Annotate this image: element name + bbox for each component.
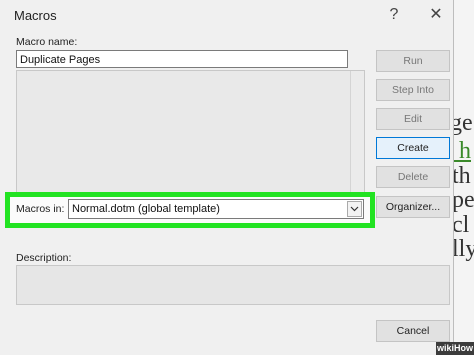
- dialog-title: Macros: [14, 8, 57, 23]
- doc-text-fragment: lly: [453, 236, 474, 262]
- dialog-titlebar: Macros ? ✕: [0, 0, 453, 30]
- macros-dialog: Macros ? ✕ Macro name: Duplicate Pages R…: [0, 0, 454, 355]
- edit-button[interactable]: Edit: [376, 108, 450, 130]
- macros-in-label: Macros in:: [16, 203, 65, 215]
- doc-text-fragment: ge: [453, 110, 473, 136]
- wikihow-watermark: wikiHow: [436, 342, 474, 355]
- help-button[interactable]: ?: [381, 4, 407, 26]
- chevron-down-icon[interactable]: [347, 201, 362, 217]
- doc-text-fragment: pe: [453, 187, 474, 213]
- delete-button[interactable]: Delete: [376, 166, 450, 188]
- doc-text-fragment: th: [453, 163, 471, 189]
- create-button[interactable]: Create: [376, 137, 450, 159]
- background-document: ge y h th pe cl lly: [453, 0, 474, 355]
- description-label: Description:: [16, 252, 72, 264]
- doc-text-fragment: cl: [453, 212, 470, 238]
- macro-list-scrollbar[interactable]: [350, 71, 364, 203]
- step-into-button[interactable]: Step Into: [376, 79, 450, 101]
- doc-link-fragment: y h: [453, 138, 471, 164]
- macro-list[interactable]: [16, 70, 365, 204]
- close-button[interactable]: ✕: [423, 4, 449, 26]
- macros-in-selected-value: Normal.dotm (global template): [72, 203, 220, 215]
- organizer-button[interactable]: Organizer...: [376, 196, 450, 218]
- macros-in-select[interactable]: Normal.dotm (global template): [68, 199, 364, 219]
- description-box: [16, 265, 450, 305]
- run-button[interactable]: Run: [376, 50, 450, 72]
- macro-name-label-text: Macro name:: [16, 36, 78, 48]
- macro-name-label: Macro name:: [16, 36, 77, 48]
- cancel-button[interactable]: Cancel: [376, 320, 450, 342]
- macro-name-input[interactable]: Duplicate Pages: [16, 50, 348, 68]
